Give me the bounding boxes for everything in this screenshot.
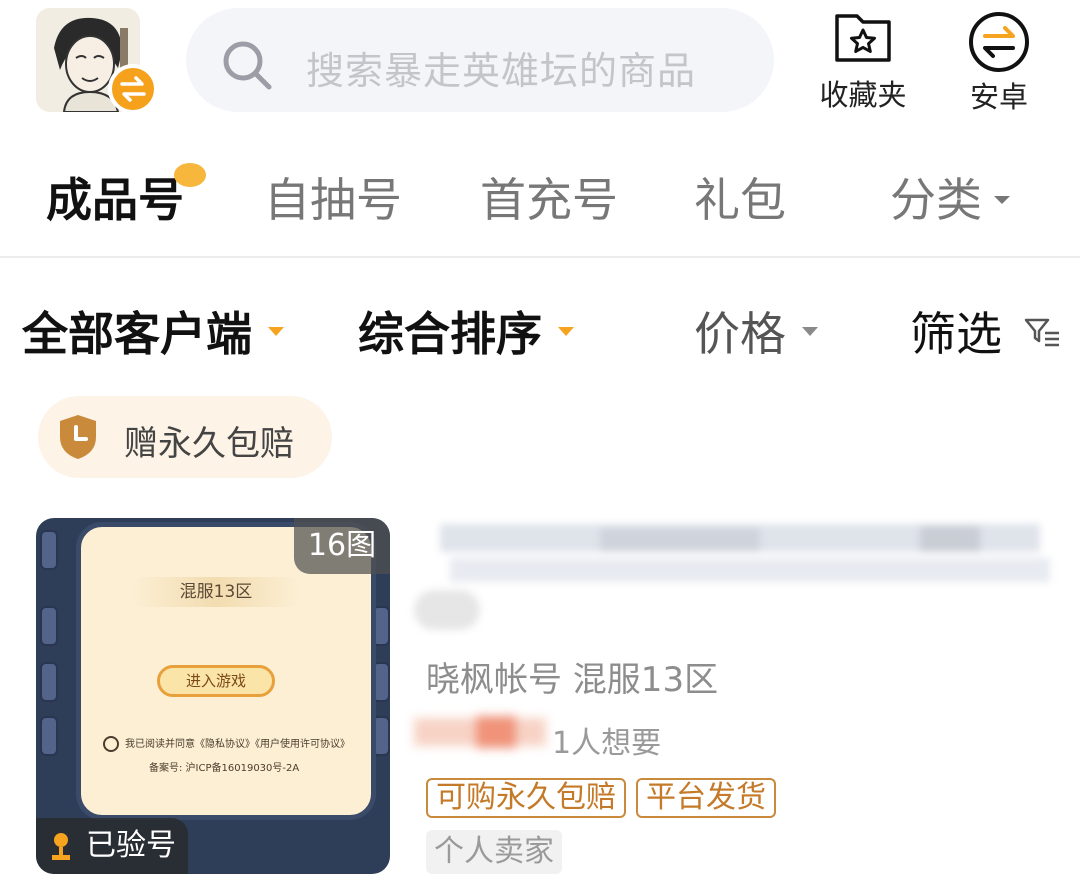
search-icon (223, 41, 272, 90)
product-thumbnail[interactable]: 混服13区 进入游戏 我已阅读并同意《隐私协议》《用户使用许可协议》 备案号: … (36, 518, 390, 874)
price-filter[interactable]: 价格 (694, 298, 818, 364)
client-filter[interactable]: 全部客户端 (22, 298, 284, 364)
favorites-button[interactable]: 收藏夹 (808, 10, 918, 114)
tab-category[interactable]: 分类 (890, 164, 1010, 230)
filter-icon (1024, 318, 1059, 346)
phone-side-tab (40, 662, 58, 702)
account-switch-badge[interactable] (108, 64, 158, 114)
swap-circle-icon (969, 12, 1029, 72)
tab-gift-pack[interactable]: 礼包 (694, 164, 786, 230)
tab-finished-account[interactable]: 成品号 (46, 164, 184, 230)
tag-permanent-compensation: 可购永久包赔 (426, 778, 626, 818)
screenshot-server: 混服13区 (131, 577, 301, 607)
screenshot-agreement: 我已阅读并同意《隐私协议》《用户使用许可协议》 (103, 735, 363, 752)
chevron-down-icon (994, 195, 1010, 204)
verified-label: 已验号 (86, 828, 176, 863)
product-title-blurred (440, 518, 1060, 590)
price-blurred (414, 712, 546, 752)
tabs-divider (0, 256, 1080, 258)
phone-side-tab (40, 606, 58, 646)
hot-dot-icon (174, 163, 206, 187)
phone-side-tab (40, 530, 58, 570)
tag-platform-delivery: 平台发货 (636, 778, 776, 818)
screenshot-enter-button: 进入游戏 (157, 665, 275, 697)
screen-filter-label: 筛选 (910, 307, 1002, 361)
chevron-down-icon (558, 327, 574, 336)
want-count: 1人想要 (552, 726, 662, 761)
platform-label: 安卓 (969, 80, 1028, 114)
screenshot-icp: 备案号: 沪ICP备16019030号-2A (149, 763, 300, 774)
verified-badge: 已验号 (36, 818, 188, 874)
chevron-down-icon (268, 327, 284, 336)
permanent-compensation-chip[interactable]: 赠永久包赔 (38, 396, 332, 478)
tab-first-topup-account[interactable]: 首充号 (480, 164, 618, 230)
price-filter-label: 价格 (694, 307, 786, 361)
phone-side-tab (40, 716, 58, 756)
screen-filter[interactable]: 筛选 (910, 298, 1063, 364)
image-count-badge: 16图 (294, 518, 390, 574)
favorites-label: 收藏夹 (819, 78, 907, 112)
sort-filter-label: 综合排序 (358, 307, 542, 361)
product-subtitle-blurred (414, 590, 480, 630)
platform-switch-button[interactable]: 安卓 (944, 10, 1054, 114)
chip-label: 赠永久包赔 (124, 424, 294, 464)
seller-type-tag: 个人卖家 (426, 830, 562, 874)
folder-star-icon (835, 14, 891, 62)
chevron-down-icon (802, 327, 818, 336)
swap-icon (120, 76, 146, 102)
tab-category-label: 分类 (890, 173, 982, 227)
category-tabs: 成品号 自抽号 首充号 礼包 分类 (0, 150, 1080, 240)
person-icon (52, 833, 70, 860)
search-bar[interactable]: 搜索暴走英雄坛的商品 (186, 8, 774, 112)
tab-self-draw-account[interactable]: 自抽号 (264, 164, 402, 230)
game-server-line: 晓枫帐号 混服13区 (426, 660, 719, 700)
search-placeholder: 搜索暴走英雄坛的商品 (306, 49, 697, 93)
client-filter-label: 全部客户端 (22, 307, 252, 361)
shield-clock-icon (60, 415, 96, 459)
sort-filter[interactable]: 综合排序 (358, 298, 574, 364)
